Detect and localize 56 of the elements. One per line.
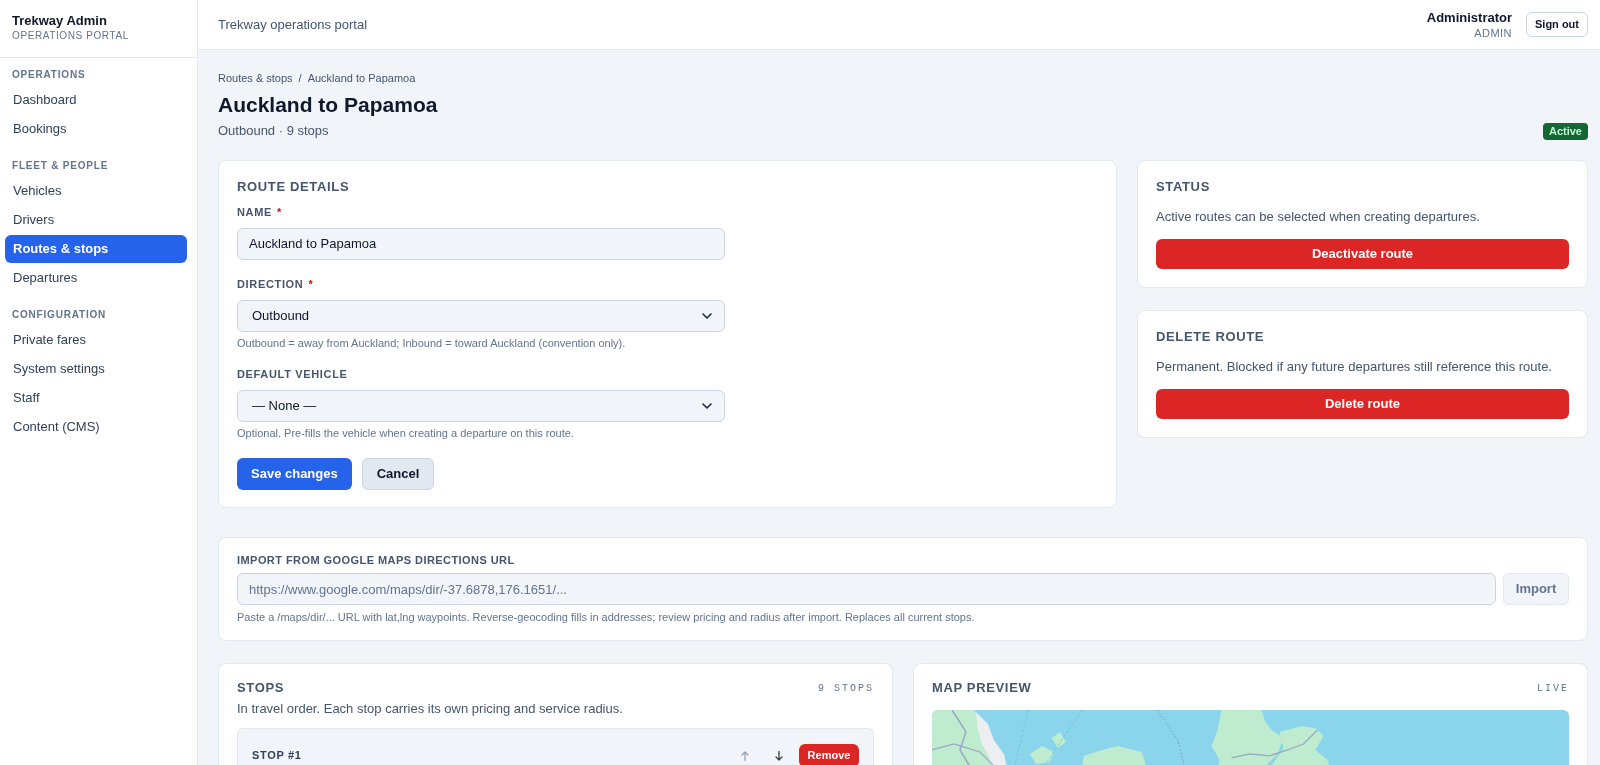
nav-item[interactable]: Routes & stops — [5, 235, 187, 263]
field-label: DEFAULT VEHICLE — [237, 366, 348, 382]
status-badge: Active — [1542, 122, 1588, 140]
field-label: IMPORT FROM GOOGLE MAPS DIRECTIONS URL — [237, 553, 516, 567]
nav-item[interactable]: Drivers — [5, 206, 187, 234]
nav-item[interactable]: Departures — [5, 264, 187, 292]
page-subtitle: Outbound · 9 stops — [218, 122, 329, 141]
required-mark: * — [277, 204, 282, 220]
card-text: Permanent. Blocked if any future departures still reference this route. — [1156, 359, 1553, 375]
stop-label: STOP #1 — [252, 748, 302, 764]
card-title: STATUS — [1156, 179, 1211, 195]
card-title: ROUTE DETAILS — [237, 179, 351, 195]
nav-item[interactable]: System settings — [5, 355, 187, 383]
chevron-down-icon — [702, 403, 712, 409]
cancel-button[interactable]: Cancel — [361, 458, 435, 490]
field-label: DIRECTION — [237, 276, 304, 292]
nav-section-label: FLEET & PEOPLE — [12, 158, 109, 173]
page-title: Auckland to Papamoa — [218, 92, 439, 118]
danger-button[interactable]: Deactivate route — [1156, 239, 1569, 269]
url-input[interactable]: https://www.google.com/maps/dir/-37.6878,176.1651/... — [237, 573, 1496, 605]
help-text: Optional. Pre-fills the vehicle when creating a departure on this route. — [237, 426, 575, 440]
breadcrumb-link[interactable]: Routes & stops — [218, 69, 293, 87]
live-label: LIVE — [1537, 681, 1569, 696]
text-field[interactable]: Auckland to Papamoa — [237, 228, 725, 260]
required-mark: * — [308, 276, 313, 292]
nav-item[interactable]: Dashboard — [5, 86, 187, 114]
breadcrumb-current: Auckland to Papamoa — [307, 70, 416, 86]
sign-out-button[interactable]: Sign out — [1526, 12, 1588, 37]
card-title: MAP PREVIEW — [932, 680, 1032, 696]
card-title: DELETE ROUTE — [1156, 329, 1266, 345]
nav-item[interactable]: Private fares — [5, 326, 187, 354]
user-name: Administrator — [1426, 9, 1512, 26]
nav-section-label: OPERATIONS — [12, 67, 86, 82]
brand-title: Trekway Admin — [12, 13, 108, 29]
user-role: ADMIN — [1474, 25, 1512, 40]
card-text: In travel order. Each stop carries its own pricing and service radius. — [237, 700, 624, 718]
brand-subtitle: OPERATIONS PORTAL — [12, 29, 130, 43]
card-text: Active routes can be selected when creating departures. — [1156, 209, 1481, 225]
nav-item[interactable]: Staff — [5, 384, 187, 412]
field-label: NAME — [237, 204, 273, 220]
nav-item[interactable]: Vehicles — [5, 177, 187, 205]
card-title: STOPS — [237, 680, 285, 696]
save-button[interactable]: Save changes — [237, 458, 352, 490]
portal-title: Trekway operations portal — [218, 15, 368, 34]
help-text: Outbound = away from Auckland; Inbound = toward Auckland (convention only). — [237, 336, 627, 350]
breadcrumb-separator: / — [298, 70, 302, 86]
help-text: Paste a /maps/dir/... URL with lat,lng waypoints. Reverse-geocoding fills in addresses; review pricing and radius after import. Replaces all current stops. — [237, 610, 976, 624]
danger-button[interactable]: Delete route — [1156, 389, 1569, 419]
select-field[interactable]: Outbound — [237, 300, 725, 332]
nav-item[interactable]: Bookings — [5, 115, 187, 143]
nav-section-label: CONFIGURATION — [12, 307, 107, 322]
chevron-down-icon — [702, 313, 712, 319]
select-field[interactable]: — None — — [237, 390, 725, 422]
nav-item[interactable]: Content (CMS) — [5, 413, 187, 441]
stop-count: 9 STOPS — [818, 681, 874, 696]
remove-button[interactable]: Remove — [799, 744, 859, 765]
